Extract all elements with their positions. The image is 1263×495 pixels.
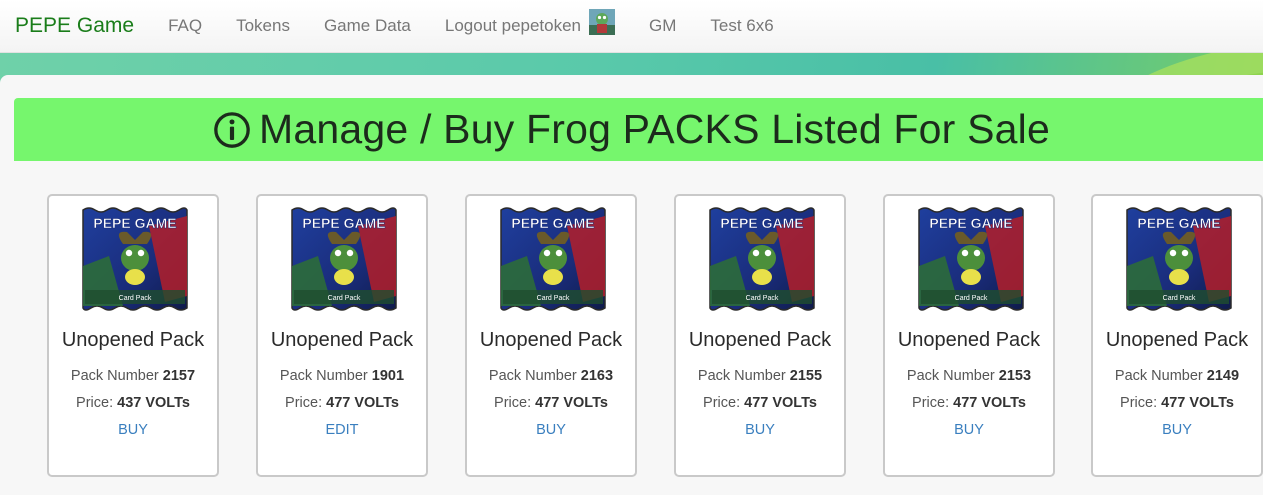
buy-pack-button[interactable]: BUY <box>676 422 844 438</box>
nav-faq[interactable]: FAQ <box>168 16 202 36</box>
pack-price-row: Price: 437 VOLTs <box>49 395 217 411</box>
pack-price-label: Price: <box>912 395 954 411</box>
page-title: Manage / Buy Frog PACKS Listed For Sale <box>259 106 1050 152</box>
pack-price-label: Price: <box>703 395 745 411</box>
svg-text:Card Pack: Card Pack <box>119 295 152 302</box>
pack-number-row: Pack Number 2155 <box>676 368 844 384</box>
nav-logout-label: Logout pepetoken <box>444 16 582 35</box>
user-avatar-icon <box>589 9 616 35</box>
pack-price-row: Price: 477 VOLTs <box>676 395 844 411</box>
pack-number-value: 2149 <box>1206 368 1240 384</box>
pack-card-2163: PEPE GAME Card Pack Unopened Pack Pack N… <box>465 194 637 477</box>
card-pack-image: PEPE GAME Card Pack <box>918 207 1024 311</box>
nav-tokens[interactable]: Tokens <box>236 16 290 36</box>
pack-price-row: Price: 477 VOLTs <box>258 395 426 411</box>
svg-text:PEPE GAME: PEPE GAME <box>302 215 385 231</box>
pack-number-value: 2155 <box>789 368 823 384</box>
svg-text:Card Pack: Card Pack <box>746 295 779 302</box>
pack-number-value: 2163 <box>580 368 614 384</box>
pack-number-row: Pack Number 2153 <box>885 368 1053 384</box>
svg-text:PEPE GAME: PEPE GAME <box>511 215 594 231</box>
pack-number-value: 2153 <box>998 368 1032 384</box>
card-pack-image: PEPE GAME Card Pack <box>1126 207 1232 311</box>
pack-price-value: 477 VOLTs <box>535 395 608 411</box>
nav-game-data[interactable]: Game Data <box>324 16 411 36</box>
pack-number-row: Pack Number 2163 <box>467 368 635 384</box>
pack-price-label: Price: <box>76 395 118 411</box>
pack-title: Unopened Pack <box>897 329 1041 351</box>
pack-number-label: Pack Number <box>1114 368 1207 384</box>
pack-card-2155: PEPE GAME Card Pack Unopened Pack Pack N… <box>674 194 846 477</box>
pack-number-label: Pack Number <box>70 368 163 384</box>
svg-text:PEPE GAME: PEPE GAME <box>929 215 1012 231</box>
pack-number-value: 2157 <box>162 368 196 384</box>
buy-pack-button[interactable]: BUY <box>1093 422 1261 438</box>
pack-number-row: Pack Number 2157 <box>49 368 217 384</box>
pack-title: Unopened Pack <box>270 329 414 351</box>
card-pack-image: PEPE GAME Card Pack <box>709 207 815 311</box>
pack-price-label: Price: <box>1120 395 1162 411</box>
top-navbar: PEPE Game FAQ Tokens Game Data Logout pe… <box>0 0 1263 53</box>
pack-title: Unopened Pack <box>1105 329 1249 351</box>
card-pack-image: PEPE GAME Card Pack <box>291 207 397 311</box>
svg-text:Card Pack: Card Pack <box>328 295 361 302</box>
pack-card-2149: PEPE GAME Card Pack Unopened Pack Pack N… <box>1091 194 1263 477</box>
svg-text:PEPE GAME: PEPE GAME <box>93 215 176 231</box>
pack-price-row: Price: 477 VOLTs <box>467 395 635 411</box>
pack-title: Unopened Pack <box>688 329 832 351</box>
svg-text:PEPE GAME: PEPE GAME <box>720 215 803 231</box>
card-pack-image: PEPE GAME Card Pack <box>500 207 606 311</box>
pack-number-label: Pack Number <box>697 368 790 384</box>
pack-price-value: 477 VOLTs <box>744 395 817 411</box>
pack-number-label: Pack Number <box>488 368 581 384</box>
svg-text:PEPE GAME: PEPE GAME <box>1137 215 1220 231</box>
svg-text:Card Pack: Card Pack <box>955 295 988 302</box>
pack-card-1901: PEPE GAME Card Pack Unopened Pack Pack N… <box>256 194 428 477</box>
nav-test-6x6[interactable]: Test 6x6 <box>710 16 773 36</box>
pack-number-row: Pack Number 1901 <box>258 368 426 384</box>
pack-price-label: Price: <box>494 395 536 411</box>
buy-pack-button[interactable]: BUY <box>467 422 635 438</box>
pack-price-value: 477 VOLTs <box>326 395 399 411</box>
pack-number-value: 1901 <box>371 368 405 384</box>
pack-price-value: 437 VOLTs <box>117 395 190 411</box>
card-pack-image: PEPE GAME Card Pack <box>82 207 188 311</box>
pack-price-label: Price: <box>285 395 327 411</box>
pack-list: PEPE GAME Card Pack Unopened Pack Pack N… <box>47 194 1263 486</box>
pack-number-row: Pack Number 2149 <box>1093 368 1261 384</box>
brand-link[interactable]: PEPE Game <box>15 14 134 38</box>
nav-gm[interactable]: GM <box>649 16 676 36</box>
pack-number-label: Pack Number <box>906 368 999 384</box>
pack-title: Unopened Pack <box>61 329 205 351</box>
pack-price-value: 477 VOLTs <box>953 395 1026 411</box>
info-circle-icon <box>214 111 250 148</box>
pack-price-value: 477 VOLTs <box>1161 395 1234 411</box>
page-header-bar: Manage / Buy Frog PACKS Listed For Sale <box>14 98 1263 161</box>
pack-price-row: Price: 477 VOLTs <box>1093 395 1261 411</box>
nav-logout[interactable]: Logout pepetoken <box>444 9 616 36</box>
pack-card-2157: PEPE GAME Card Pack Unopened Pack Pack N… <box>47 194 219 477</box>
pack-price-row: Price: 477 VOLTs <box>885 395 1053 411</box>
edit-pack-button[interactable]: EDIT <box>258 422 426 438</box>
pack-card-2153: PEPE GAME Card Pack Unopened Pack Pack N… <box>883 194 1055 477</box>
buy-pack-button[interactable]: BUY <box>885 422 1053 438</box>
svg-text:Card Pack: Card Pack <box>1163 295 1196 302</box>
buy-pack-button[interactable]: BUY <box>49 422 217 438</box>
pack-number-label: Pack Number <box>279 368 372 384</box>
svg-text:Card Pack: Card Pack <box>537 295 570 302</box>
pack-title: Unopened Pack <box>479 329 623 351</box>
